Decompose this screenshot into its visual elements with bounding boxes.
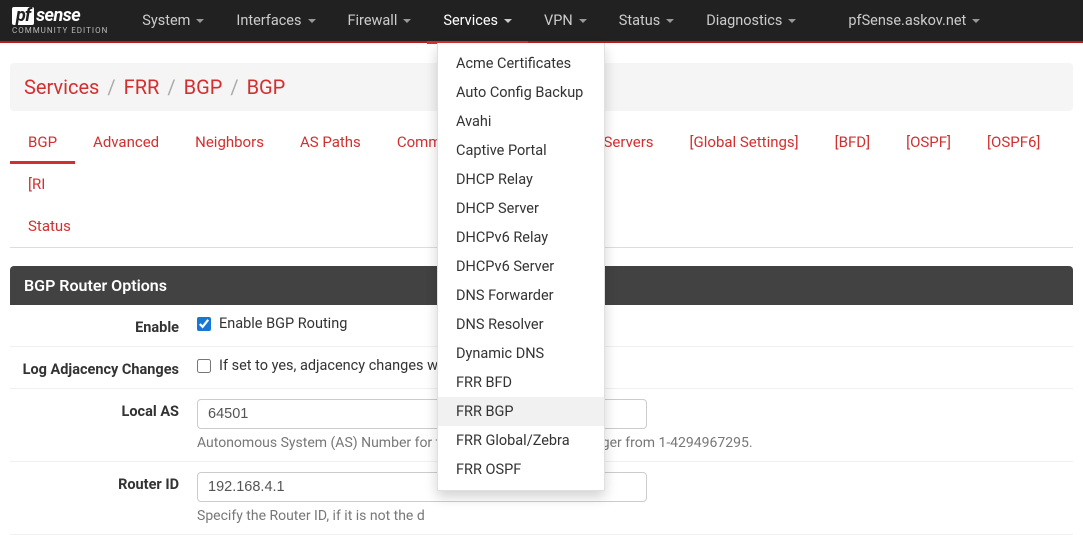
tab-bfd[interactable]: [BFD] bbox=[817, 121, 888, 163]
enable-checkbox[interactable] bbox=[197, 317, 211, 331]
chevron-down-icon bbox=[196, 19, 204, 23]
router-id-help: Specify the Router ID, if it is not the … bbox=[197, 508, 1061, 524]
chevron-down-icon bbox=[403, 19, 411, 23]
tab-aspaths[interactable]: AS Paths bbox=[282, 121, 379, 163]
log-adjacency-checkbox-label: If set to yes, adjacency changes w bbox=[219, 357, 438, 374]
nav-firewall[interactable]: Firewall bbox=[332, 0, 428, 42]
log-adjacency-checkbox-line[interactable]: If set to yes, adjacency changes w bbox=[197, 357, 1061, 374]
chevron-down-icon bbox=[972, 19, 980, 23]
local-as-help: Autonomous System (AS) Number for this r… bbox=[197, 435, 1061, 451]
nav-services[interactable]: Services bbox=[427, 0, 528, 42]
nav-system[interactable]: System bbox=[126, 0, 220, 42]
nav-interfaces[interactable]: Interfaces bbox=[220, 0, 331, 42]
dropdown-item-autoconfigbackup[interactable]: Auto Config Backup bbox=[438, 78, 604, 107]
enable-checkbox-label: Enable BGP Routing bbox=[219, 315, 347, 332]
logo-pf: pf bbox=[12, 7, 34, 25]
label-log-adjacency: Log Adjacency Changes bbox=[22, 357, 197, 378]
breadcrumb-sep: / bbox=[167, 75, 175, 99]
nav-items: System Interfaces Firewall Services VPN … bbox=[126, 0, 996, 42]
dropdown-item-dnsforwarder[interactable]: DNS Forwarder bbox=[438, 281, 604, 310]
enable-checkbox-line[interactable]: Enable BGP Routing bbox=[197, 315, 1061, 332]
services-dropdown: Acme Certificates Auto Config Backup Ava… bbox=[437, 43, 605, 491]
dropdown-item-dhcpserver[interactable]: DHCP Server bbox=[438, 194, 604, 223]
tab-advanced[interactable]: Advanced bbox=[75, 121, 177, 163]
logo[interactable]: pfsense COMMUNITY EDITION bbox=[12, 7, 108, 35]
nav-hostname[interactable]: pfSense.askov.net bbox=[832, 0, 996, 42]
nav-vpn[interactable]: VPN bbox=[528, 0, 603, 42]
chevron-down-icon bbox=[504, 19, 512, 23]
nav-status[interactable]: Status bbox=[603, 0, 690, 42]
dropdown-item-dnsresolver[interactable]: DNS Resolver bbox=[438, 310, 604, 339]
tab-ospf6[interactable]: [OSPF6] bbox=[969, 121, 1058, 163]
breadcrumb-frr[interactable]: FRR bbox=[124, 75, 160, 99]
logo-sense: sense bbox=[36, 5, 80, 26]
dropdown-item-frrbgp[interactable]: FRR BGP bbox=[438, 397, 604, 426]
tab-bgp[interactable]: BGP bbox=[10, 121, 75, 163]
label-enable: Enable bbox=[22, 315, 197, 336]
dropdown-item-captiveportal[interactable]: Captive Portal bbox=[438, 136, 604, 165]
dropdown-item-dhcpv6relay[interactable]: DHCPv6 Relay bbox=[438, 223, 604, 252]
dropdown-item-frrbfd[interactable]: FRR BFD bbox=[438, 368, 604, 397]
breadcrumb-sep: / bbox=[230, 75, 238, 99]
tab-ri[interactable]: [RI bbox=[10, 163, 63, 205]
tab-globalsettings[interactable]: [Global Settings] bbox=[672, 121, 817, 163]
label-local-as: Local AS bbox=[22, 399, 197, 420]
breadcrumb-bgp1[interactable]: BGP bbox=[184, 75, 223, 99]
logo-edition: COMMUNITY EDITION bbox=[12, 26, 108, 35]
dropdown-item-dhcprelay[interactable]: DHCP Relay bbox=[438, 165, 604, 194]
tab-neighbors[interactable]: Neighbors bbox=[177, 121, 282, 163]
nav-diagnostics[interactable]: Diagnostics bbox=[690, 0, 812, 42]
dropdown-item-avahi[interactable]: Avahi bbox=[438, 107, 604, 136]
tab-ospf[interactable]: [OSPF] bbox=[888, 121, 969, 163]
tab-status[interactable]: Status bbox=[10, 205, 89, 247]
chevron-down-icon bbox=[788, 19, 796, 23]
dropdown-item-dynamicdns[interactable]: Dynamic DNS bbox=[438, 339, 604, 368]
chevron-down-icon bbox=[579, 19, 587, 23]
log-adjacency-checkbox[interactable] bbox=[197, 359, 211, 373]
dropdown-item-acme[interactable]: Acme Certificates bbox=[438, 49, 604, 78]
top-navbar: pfsense COMMUNITY EDITION System Interfa… bbox=[0, 0, 1083, 43]
breadcrumb-services[interactable]: Services bbox=[24, 75, 99, 99]
dropdown-item-frrospf[interactable]: FRR OSPF bbox=[438, 455, 604, 484]
chevron-down-icon bbox=[666, 19, 674, 23]
dropdown-item-frrglobal[interactable]: FRR Global/Zebra bbox=[438, 426, 604, 455]
breadcrumb-sep: / bbox=[107, 75, 115, 99]
chevron-down-icon bbox=[308, 19, 316, 23]
breadcrumb-bgp2[interactable]: BGP bbox=[247, 75, 286, 99]
dropdown-item-dhcpv6server[interactable]: DHCPv6 Server bbox=[438, 252, 604, 281]
label-router-id: Router ID bbox=[22, 472, 197, 493]
